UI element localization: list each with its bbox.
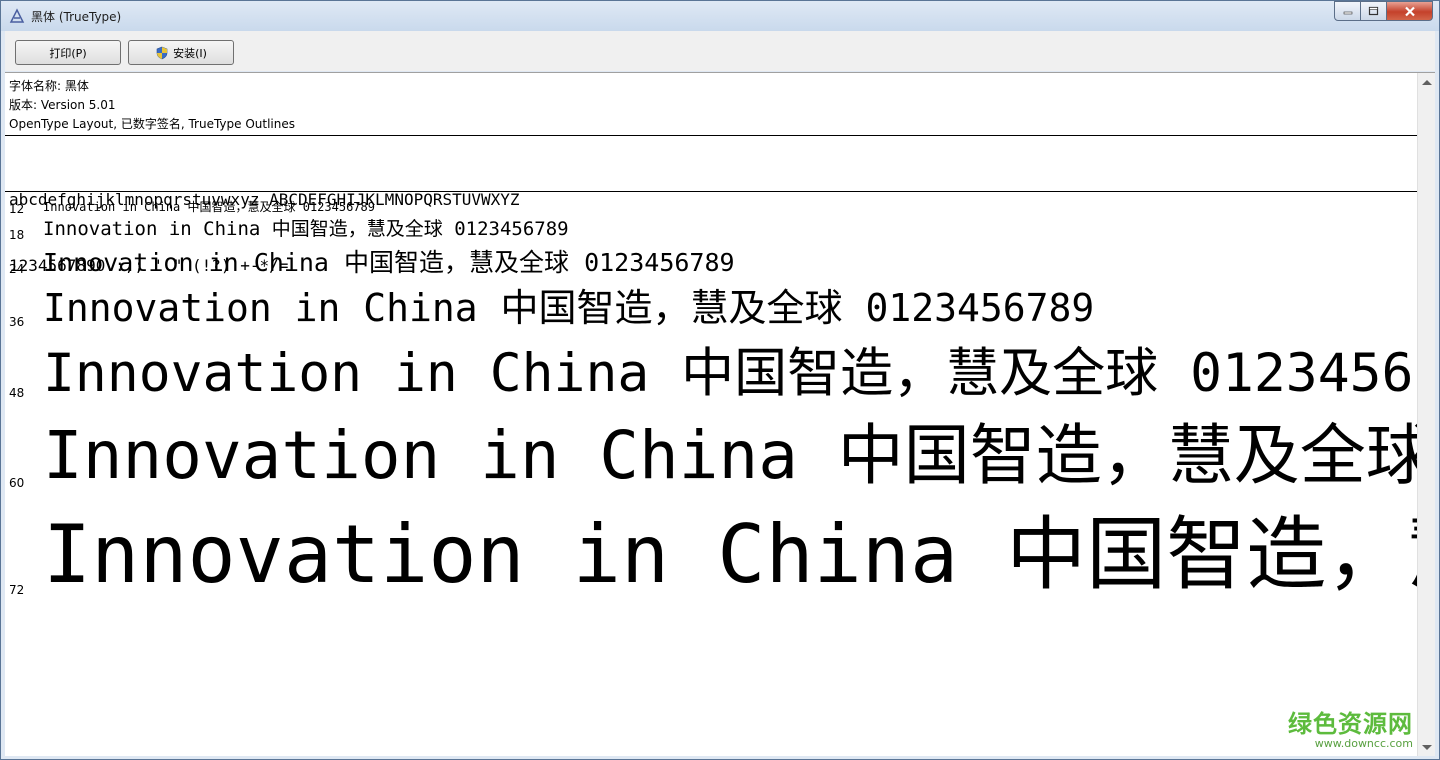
- sample-text: Innovation in China 中国智造，慧及全球 0123456789: [43, 343, 1435, 404]
- install-button[interactable]: 安装(I): [128, 40, 234, 65]
- sample-size-label: 18: [9, 228, 25, 242]
- watermark-url: www.downcc.com: [1314, 737, 1413, 750]
- sample-text: Innovation in China 中国智造，慧及全球 0123456789: [43, 218, 569, 240]
- sample-row-18: 18 Innovation in China 中国智造，慧及全球 0123456…: [5, 220, 1417, 243]
- close-button[interactable]: [1387, 1, 1433, 21]
- font-info: 字体名称: 黑体 版本: Version 5.01 OpenType Layou…: [9, 77, 295, 134]
- font-preview-area: 字体名称: 黑体 版本: Version 5.01 OpenType Layou…: [5, 72, 1435, 756]
- sample-row-24: 24 Innovation in China 中国智造，慧及全球 0123456…: [5, 250, 1417, 276]
- divider: [5, 191, 1417, 192]
- window-title: 黑体 (TrueType): [31, 10, 122, 24]
- toolbar: 打印(P) 安装(I): [5, 31, 1435, 71]
- font-name-line: 字体名称: 黑体: [9, 79, 89, 93]
- scroll-up-arrow-icon[interactable]: [1422, 80, 1432, 85]
- maximize-button[interactable]: [1361, 1, 1387, 21]
- close-icon: [1404, 6, 1415, 16]
- print-button[interactable]: 打印(P): [15, 40, 121, 65]
- watermark: 绿色资源网 www.downcc.com: [1288, 710, 1413, 750]
- font-viewer-window: 黑体 (TrueType) 打印(P) 安装(I) 字体名称: 黑体 版本: V…: [0, 0, 1440, 760]
- font-app-icon: [9, 8, 25, 23]
- title-bar[interactable]: 黑体 (TrueType): [1, 1, 1439, 31]
- caption-buttons: [1334, 1, 1433, 21]
- sample-text: Innovation in China 中国智造，慧及全球 0123456789: [43, 286, 1095, 330]
- scroll-down-arrow-icon[interactable]: [1422, 745, 1432, 750]
- sample-size-label: 72: [9, 583, 25, 597]
- minimize-icon: [1343, 11, 1352, 15]
- print-button-label: 打印(P): [49, 46, 87, 60]
- sample-size-label: 12: [9, 202, 25, 216]
- sample-text: Innovation in China 中国智造，慧及全球 0123456789: [43, 417, 1435, 494]
- sample-size-label: 24: [9, 262, 25, 276]
- sample-text: Innovation in China 中国智造，慧及全球 0123456789: [43, 508, 1435, 601]
- sample-row-36: 36 Innovation in China 中国智造，慧及全球 0123456…: [5, 289, 1417, 329]
- sample-row-48: 48 Innovation in China 中国智造，慧及全球 0123456…: [5, 347, 1435, 400]
- font-version-line: 版本: Version 5.01: [9, 98, 116, 112]
- sample-size-label: 48: [9, 386, 25, 400]
- sample-row-12: 12 Innovation in China 中国智造，慧及全球 0123456…: [5, 200, 1417, 216]
- vertical-scrollbar[interactable]: [1417, 73, 1435, 756]
- sample-text: Innovation in China 中国智造，慧及全球 0123456789: [43, 248, 735, 277]
- font-features-line: OpenType Layout, 已数字签名, TrueType Outline…: [9, 117, 296, 131]
- shield-icon: [156, 46, 168, 59]
- sample-row-60: 60 Innovation in China 中国智造，慧及全球 0123456…: [5, 423, 1435, 491]
- sample-row-72: 72 Innovation in China 中国智造，慧及全球 0123456…: [5, 515, 1435, 598]
- install-button-label: 安装(I): [173, 46, 207, 60]
- sample-size-label: 36: [9, 315, 25, 329]
- watermark-brand: 绿色资源网: [1288, 710, 1413, 738]
- restore-icon: [1368, 6, 1379, 16]
- divider: [5, 135, 1417, 136]
- sample-text: Innovation in China 中国智造，慧及全球 0123456789: [43, 200, 375, 214]
- minimize-button[interactable]: [1334, 1, 1361, 21]
- sample-size-label: 60: [9, 476, 25, 490]
